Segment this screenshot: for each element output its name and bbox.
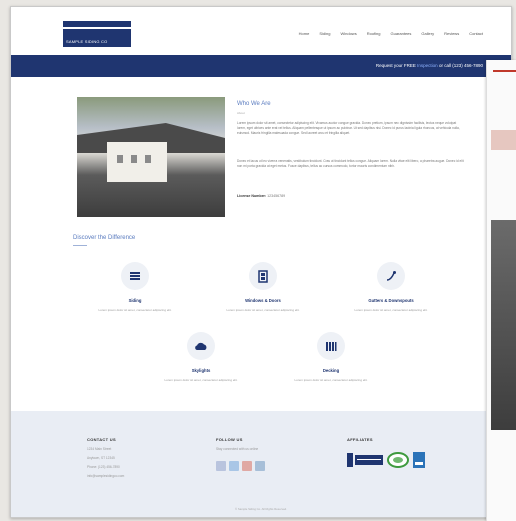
window-shape: [145, 155, 151, 163]
nav-item-home[interactable]: Home: [299, 31, 310, 36]
license-value: 123456789: [267, 194, 286, 198]
energy-star-logo[interactable]: [413, 452, 425, 468]
nav-item-contact[interactable]: Contact: [469, 31, 483, 36]
service-siding[interactable]: Siding Lorem ipsum dolor sit amet, conse…: [70, 262, 200, 312]
contact-heading: CONTACT US: [87, 437, 116, 442]
service-gutters[interactable]: Gutters & Downspouts Lorem ipsum dolor s…: [326, 262, 456, 312]
cta-banner: Request your FREE Inspection or call (12…: [11, 55, 511, 77]
cta-highlight[interactable]: Inspection: [417, 63, 438, 68]
service-desc: Lorem ipsum dolor sit amet, consectetur …: [164, 378, 238, 382]
cta-middle: or call: [438, 63, 451, 68]
service-desc: Lorem ipsum dolor sit amet, consectetur …: [294, 378, 368, 382]
site-header: SAMPLE SIDING CO Home Siding Windows Roo…: [11, 7, 511, 55]
company-logo[interactable]: SAMPLE SIDING CO: [63, 21, 131, 47]
site-footer: CONTACT US 1234 Main Street Anytown, ST …: [11, 411, 511, 517]
contact-line[interactable]: info@samplesidingco.com: [87, 474, 124, 478]
nav-item-siding[interactable]: Siding: [319, 31, 330, 36]
about-subtitle: About: [237, 111, 245, 115]
follow-heading: FOLLOW US: [216, 437, 243, 442]
affiliates-column: AFFILIATES: [347, 437, 425, 468]
nav-item-guarantees[interactable]: Guarantees: [391, 31, 412, 36]
bbb-accredited-logo[interactable]: [347, 453, 383, 467]
cta-prefix: Request your FREE: [375, 63, 416, 68]
preview-banner: [491, 130, 516, 150]
window-shape: [117, 155, 123, 163]
cta-text[interactable]: Request your FREE Inspection or call (12…: [376, 63, 483, 68]
about-paragraph-2: Donec et lacus ut leo viverra venenatis,…: [237, 159, 464, 168]
siding-icon: [121, 262, 149, 290]
service-desc: Lorem ipsum dolor sit amet, consectetur …: [354, 308, 428, 312]
service-name: Skylights: [191, 368, 211, 373]
decking-icon: [317, 332, 345, 360]
nav-item-windows[interactable]: Windows: [340, 31, 356, 36]
affiliates-heading: AFFILIATES: [347, 437, 373, 442]
service-name: Windows & Doors: [245, 298, 281, 303]
social-icons: [216, 461, 265, 471]
house-photo: [77, 97, 225, 217]
house-wall: [107, 142, 167, 182]
preview-image: [491, 220, 516, 430]
contact-column: CONTACT US 1234 Main Street Anytown, ST …: [87, 437, 124, 478]
gutter-icon: [377, 262, 405, 290]
green-seal-logo[interactable]: [387, 452, 409, 468]
about-title: Who We Are: [237, 101, 271, 107]
service-name: Siding: [128, 298, 142, 303]
service-decking[interactable]: Decking Lorem ipsum dolor sit amet, cons…: [266, 332, 396, 382]
services-title: Discover the Difference: [73, 235, 136, 241]
preview-accent-bar: [493, 70, 516, 72]
contact-line: Anytown, ST 12345: [87, 456, 115, 460]
about-paragraph-1: Lorem ipsum dolor sit amet, consectetur …: [237, 121, 460, 135]
service-name: Decking: [322, 368, 340, 373]
follow-column: FOLLOW US Stay connected with us online: [216, 437, 265, 471]
service-skylights[interactable]: Skylights Lorem ipsum dolor sit amet, co…: [136, 332, 266, 382]
contact-line[interactable]: Phone: (123) 456-7890: [87, 465, 124, 469]
cloud-icon: [187, 332, 215, 360]
nav-item-reviews[interactable]: Reviews: [444, 31, 459, 36]
cta-phone[interactable]: (123) 456-7890: [452, 63, 483, 68]
google-plus-icon[interactable]: [242, 461, 252, 471]
service-desc: Lorem ipsum dolor sit amet, consectetur …: [226, 308, 300, 312]
contact-line: 1234 Main Street: [87, 447, 112, 451]
title-divider: [73, 245, 87, 246]
copyright-text: © Sample Siding Co. All Rights Reserved.: [235, 507, 287, 511]
license-line: License Number: 123456789: [237, 194, 285, 198]
adjacent-page-preview: [486, 60, 516, 521]
service-desc: Lorem ipsum dolor sit amet, consectetur …: [98, 308, 172, 312]
service-name: Gutters & Downspouts: [368, 298, 414, 303]
logo-text: SAMPLE SIDING CO: [66, 39, 108, 44]
linkedin-icon[interactable]: [255, 461, 265, 471]
window-icon: [249, 262, 277, 290]
nav-item-gallery[interactable]: Gallery: [421, 31, 434, 36]
window-shape: [131, 155, 137, 163]
twitter-icon[interactable]: [229, 461, 239, 471]
nav-item-roofing[interactable]: Roofing: [367, 31, 381, 36]
facebook-icon[interactable]: [216, 461, 226, 471]
follow-text: Stay connected with us online: [216, 447, 259, 451]
affiliate-badges: [347, 452, 425, 468]
main-nav: Home Siding Windows Roofing Guarantees G…: [299, 31, 483, 36]
service-windows-doors[interactable]: Windows & Doors Lorem ipsum dolor sit am…: [198, 262, 328, 312]
license-label: License Number:: [237, 194, 267, 198]
browser-page: SAMPLE SIDING CO Home Siding Windows Roo…: [10, 6, 512, 518]
